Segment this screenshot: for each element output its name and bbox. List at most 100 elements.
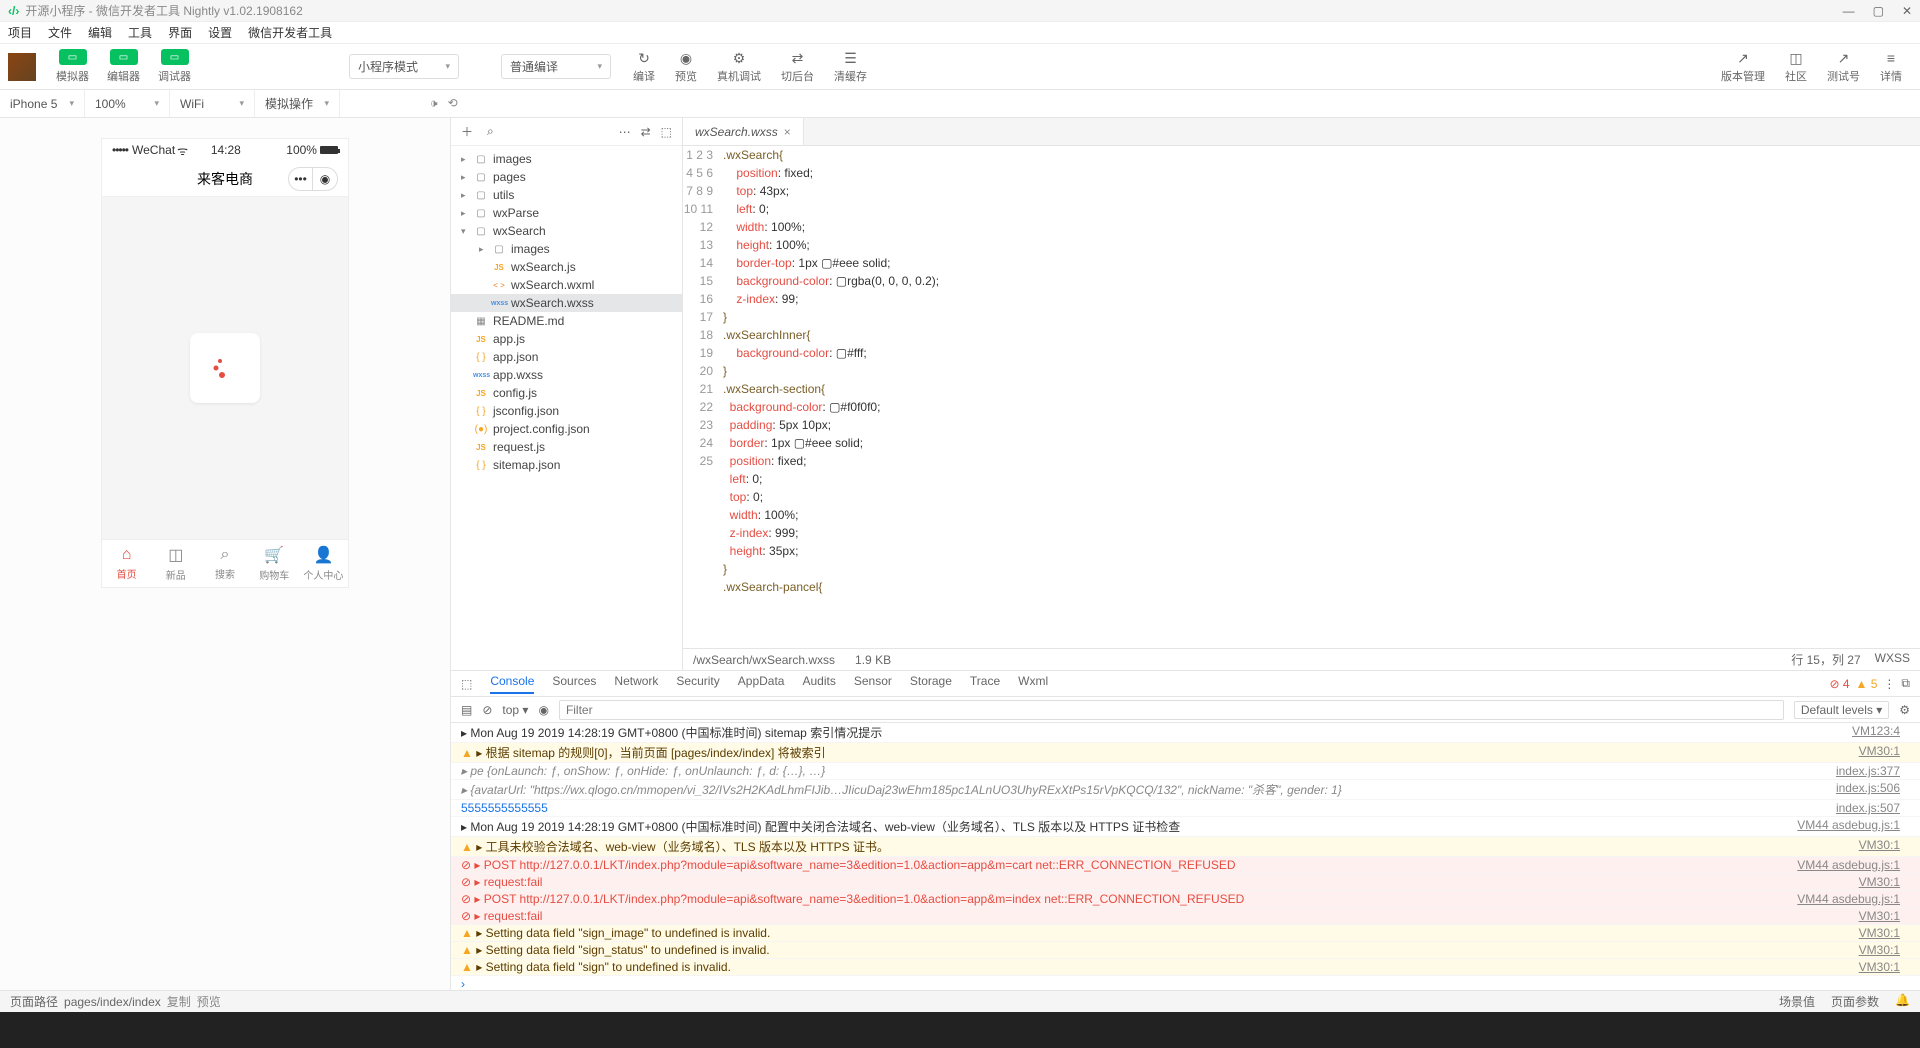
search-icon[interactable]: ⌕: [487, 124, 494, 139]
menu-项目[interactable]: 项目: [8, 24, 32, 41]
file-app.wxss[interactable]: wxssapp.wxss: [451, 366, 682, 384]
file-utils[interactable]: ▸▢utils: [451, 186, 682, 204]
action-版本管理[interactable]: ↗版本管理: [1721, 50, 1765, 84]
file-project.config.json[interactable]: (●)project.config.json: [451, 420, 682, 438]
copy-path-link[interactable]: 复制: [167, 993, 191, 1010]
page-params-label[interactable]: 页面参数: [1831, 993, 1879, 1010]
devtools-tab-Audits[interactable]: Audits: [802, 674, 835, 694]
action-详情[interactable]: ≡详情: [1880, 50, 1902, 84]
menu-文件[interactable]: 文件: [48, 24, 72, 41]
scene-label[interactable]: 场景值: [1779, 993, 1815, 1010]
file-app.js[interactable]: JSapp.js: [451, 330, 682, 348]
rotate-icon[interactable]: ⟲: [448, 96, 458, 111]
app-statusbar: 页面路径 pages/index/index 复制 预览 场景值 页面参数 🔔: [0, 990, 1920, 1012]
file-app.json[interactable]: { }app.json: [451, 348, 682, 366]
file-request.js[interactable]: JSrequest.js: [451, 438, 682, 456]
context-select[interactable]: top ▾: [502, 703, 528, 717]
maximize-icon[interactable]: ▢: [1873, 4, 1884, 18]
tab-close-icon[interactable]: ×: [784, 125, 791, 139]
devtools-tab-Trace[interactable]: Trace: [970, 674, 1000, 694]
console-output[interactable]: ▸ Mon Aug 19 2019 14:28:19 GMT+0800 (中国标…: [451, 723, 1920, 990]
compile-mode-select[interactable]: 普通编译▾: [501, 54, 611, 79]
action-编译[interactable]: ↻编译: [633, 50, 655, 84]
devtools-tab-Network[interactable]: Network: [614, 674, 658, 694]
log-line: ⊘ ▸ POST http://127.0.0.1/LKT/index.php?…: [451, 891, 1920, 908]
notification-icon[interactable]: 🔔: [1895, 993, 1910, 1010]
file-config.js[interactable]: JSconfig.js: [451, 384, 682, 402]
devtools-tab-AppData[interactable]: AppData: [738, 674, 785, 694]
program-mode-select[interactable]: 小程序模式▾: [349, 54, 459, 79]
menu-编辑[interactable]: 编辑: [88, 24, 112, 41]
tab-购物车[interactable]: 🛒购物车: [250, 540, 299, 587]
file-images[interactable]: ▸▢images: [451, 240, 682, 258]
log-line: ▸ Mon Aug 19 2019 14:28:19 GMT+0800 (中国标…: [451, 723, 1920, 743]
file-README.md[interactable]: ▦README.md: [451, 312, 682, 330]
devtools-dock-icon[interactable]: ⧉: [1901, 676, 1910, 691]
mock-select[interactable]: 模拟操作▾: [255, 90, 340, 117]
clear-console-icon[interactable]: ⊘: [482, 703, 492, 717]
close-icon[interactable]: ✕: [1902, 4, 1912, 18]
file-jsconfig.json[interactable]: { }jsconfig.json: [451, 402, 682, 420]
preview-link[interactable]: 预览: [197, 993, 221, 1010]
mode-调试器[interactable]: ▭调试器: [158, 49, 191, 84]
file-wxSearch[interactable]: ▾▢wxSearch: [451, 222, 682, 240]
action-预览[interactable]: ◉预览: [675, 50, 697, 84]
settings-icon[interactable]: ⬚: [661, 125, 672, 139]
collapse-icon[interactable]: ⇄: [641, 125, 651, 139]
file-wxParse[interactable]: ▸▢wxParse: [451, 204, 682, 222]
inspect-icon[interactable]: ⬚: [461, 677, 472, 691]
warn-count-badge[interactable]: ▲ 5: [1856, 677, 1878, 691]
devtools-tab-Console[interactable]: Console: [490, 674, 534, 694]
capsule-close-icon[interactable]: ◉: [313, 168, 337, 190]
filter-input[interactable]: [559, 700, 1784, 720]
file-sitemap.json[interactable]: { }sitemap.json: [451, 456, 682, 474]
user-avatar[interactable]: [8, 53, 36, 81]
menu-界面[interactable]: 界面: [168, 24, 192, 41]
minimize-icon[interactable]: —: [1843, 4, 1855, 18]
capsule-menu-icon[interactable]: •••: [289, 168, 313, 190]
device-model-select[interactable]: iPhone 5▾: [0, 90, 85, 117]
menu-微信开发者工具[interactable]: 微信开发者工具: [248, 24, 332, 41]
eye-icon[interactable]: ◉: [538, 703, 548, 717]
tab-个人中心[interactable]: 👤个人中心: [299, 540, 348, 587]
mode-编辑器[interactable]: ▭编辑器: [107, 49, 140, 84]
file-images[interactable]: ▸▢images: [451, 150, 682, 168]
menu-工具[interactable]: 工具: [128, 24, 152, 41]
devtools-tab-Sensor[interactable]: Sensor: [854, 674, 892, 694]
log-level-select[interactable]: Default levels ▾: [1794, 701, 1889, 719]
carrier-label: WeChat: [132, 143, 175, 157]
battery-label: 100%: [286, 143, 317, 157]
code-body[interactable]: 1 2 3 4 5 6 7 8 9 10 11 12 13 14 15 16 1…: [683, 146, 1920, 648]
zoom-select[interactable]: 100%▾: [85, 90, 170, 117]
tab-搜索[interactable]: ⌕搜索: [200, 540, 249, 587]
devtools-tab-Storage[interactable]: Storage: [910, 674, 952, 694]
new-file-icon[interactable]: ＋: [461, 123, 473, 140]
action-清缓存[interactable]: ☰清缓存: [834, 50, 867, 84]
tab-首页[interactable]: ⌂首页: [102, 540, 151, 587]
file-wxSearch.wxss[interactable]: wxsswxSearch.wxss: [451, 294, 682, 312]
devtools-tab-Security[interactable]: Security: [676, 674, 719, 694]
devtools-settings-icon[interactable]: ⋮: [1883, 677, 1895, 691]
window-titlebar: ‹/› 开源小程序 - 微信开发者工具 Nightly v1.02.190816…: [0, 0, 1920, 22]
battery-icon: [320, 146, 338, 154]
page-path: pages/index/index: [64, 995, 161, 1009]
file-wxSearch.js[interactable]: JSwxSearch.js: [451, 258, 682, 276]
devtools-tab-Sources[interactable]: Sources: [552, 674, 596, 694]
tab-新品[interactable]: ◫新品: [151, 540, 200, 587]
menu-设置[interactable]: 设置: [208, 24, 232, 41]
more-icon[interactable]: ⋯: [619, 125, 631, 139]
action-测试号[interactable]: ↗测试号: [1827, 50, 1860, 84]
error-count-badge[interactable]: ⊘ 4: [1829, 677, 1849, 691]
console-sidebar-icon[interactable]: ▤: [461, 703, 472, 717]
file-pages[interactable]: ▸▢pages: [451, 168, 682, 186]
action-真机调试[interactable]: ⚙真机调试: [717, 50, 761, 84]
file-wxSearch.wxml[interactable]: < >wxSearch.wxml: [451, 276, 682, 294]
network-select[interactable]: WiFi▾: [170, 90, 255, 117]
console-settings-icon[interactable]: ⚙: [1899, 703, 1910, 717]
editor-tab[interactable]: wxSearch.wxss ×: [683, 118, 804, 145]
action-社区[interactable]: ◫社区: [1785, 50, 1807, 84]
action-切后台[interactable]: ⇄切后台: [781, 50, 814, 84]
mode-模拟器[interactable]: ▭模拟器: [56, 49, 89, 84]
mute-icon[interactable]: 🕩: [430, 96, 438, 111]
devtools-tab-Wxml[interactable]: Wxml: [1018, 674, 1048, 694]
